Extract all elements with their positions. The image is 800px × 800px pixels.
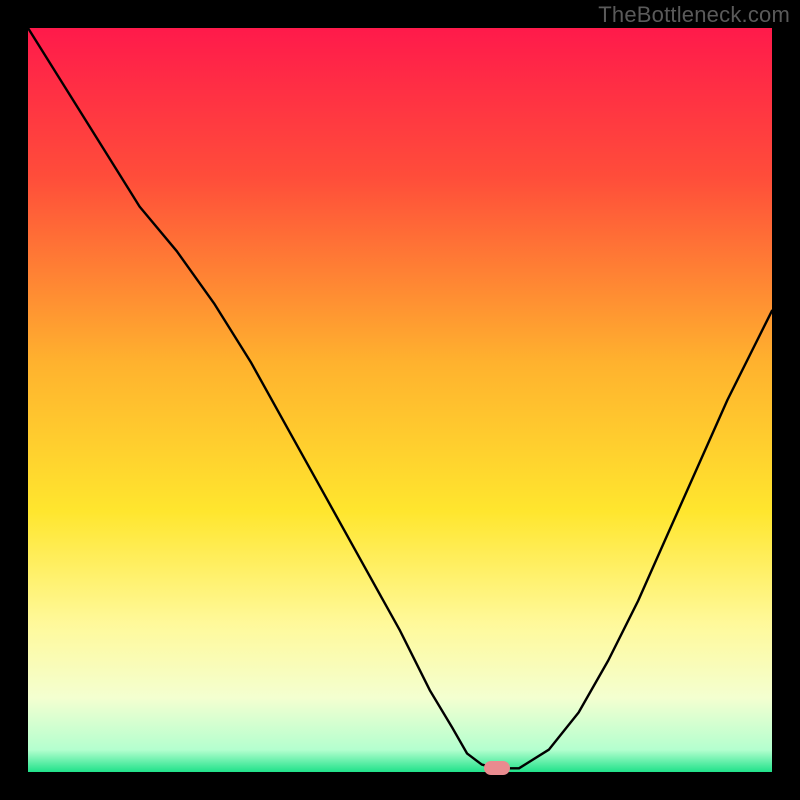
curve-svg xyxy=(28,28,772,772)
bottleneck-curve xyxy=(28,28,772,768)
plot-area xyxy=(28,28,772,772)
optimal-marker xyxy=(484,761,510,775)
watermark: TheBottleneck.com xyxy=(598,2,790,28)
chart-frame: TheBottleneck.com xyxy=(0,0,800,800)
